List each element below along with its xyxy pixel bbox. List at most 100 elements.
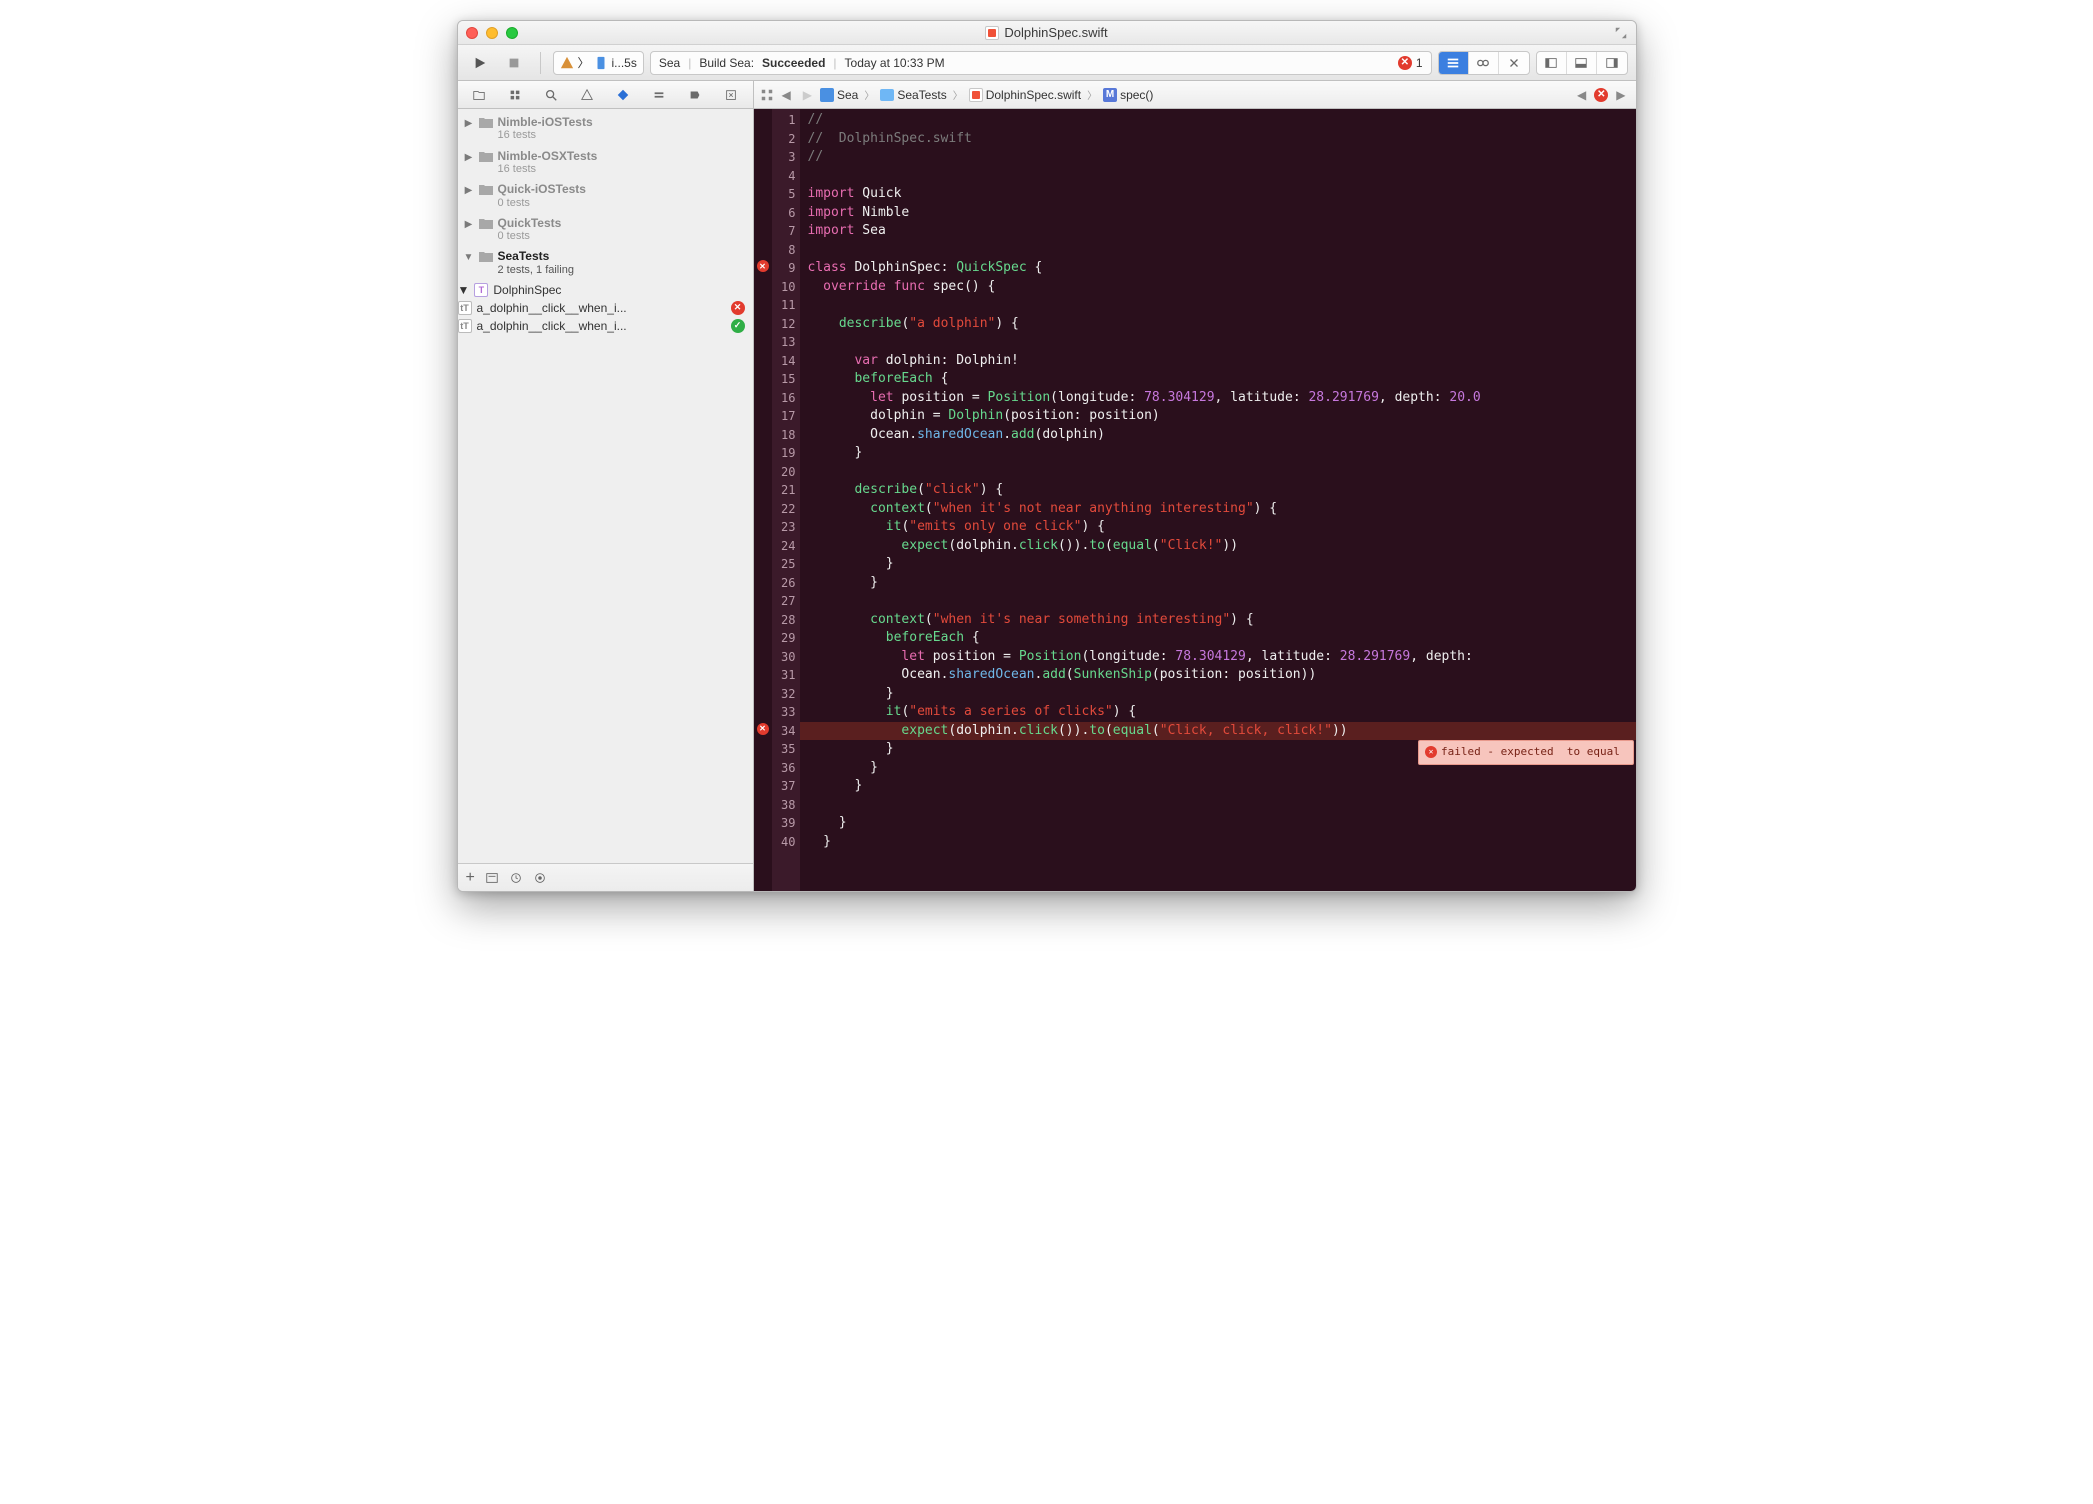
code-editor[interactable]: ✕ ✕ 1234567891011121314151617181920212223… [754,109,1636,891]
error-marker-icon[interactable]: ✕ [757,723,769,735]
code-line[interactable]: it("emits a series of clicks") { [808,703,1636,722]
add-button[interactable]: + [466,869,475,887]
code-line[interactable]: // [808,111,1636,130]
right-panel-toggle[interactable] [1597,52,1627,74]
code-line[interactable]: expect(dolphin.click()).to(equal("Click,… [800,722,1636,741]
jump-seg-project[interactable]: Sea [820,88,858,102]
test-group[interactable]: ▶ Quick-iOSTests 0 tests [458,180,753,214]
disclosure-triangle-icon[interactable]: ▶ [464,182,474,196]
disclosure-triangle-icon[interactable]: ▶ [464,149,474,163]
test-group[interactable]: ▶ Nimble-iOSTests 16 tests [458,113,753,147]
code-line[interactable] [808,333,1636,352]
debug-navigator-tab[interactable] [648,84,670,106]
disclosure-triangle-icon[interactable]: ▼ [458,283,470,297]
code-line[interactable]: dolphin = Dolphin(position: position) [808,407,1636,426]
zoom-window-button[interactable] [506,27,518,39]
find-navigator-tab[interactable] [540,84,562,106]
disclosure-triangle-icon[interactable]: ▶ [464,115,474,129]
jump-seg-folder[interactable]: SeaTests [880,88,946,102]
test-class[interactable]: ▼ T DolphinSpec [458,281,753,299]
close-window-button[interactable] [466,27,478,39]
test-case[interactable]: tT a_dolphin__click__when_i... ✕ [458,299,753,317]
test-navigator-tab[interactable] [612,84,634,106]
separator: | [833,56,836,70]
code-line[interactable]: var dolphin: Dolphin! [808,352,1636,371]
code-line[interactable]: beforeEach { [808,370,1636,389]
jump-seg-method[interactable]: Mspec() [1103,88,1153,102]
code-line[interactable]: describe("a dolphin") { [808,315,1636,334]
test-case[interactable]: tT a_dolphin__click__when_i... ✓ [458,317,753,335]
code-line[interactable]: context("when it's not near anything int… [808,500,1636,519]
code-line[interactable]: expect(dolphin.click()).to(equal("Click!… [808,537,1636,556]
code-line[interactable]: let position = Position(longitude: 78.30… [808,389,1636,408]
code-line[interactable]: import Nimble [808,204,1636,223]
code-line[interactable]: } [808,777,1636,796]
symbol-navigator-tab[interactable] [504,84,526,106]
scheme-selector[interactable]: 〉 i...5s [553,51,644,75]
group-subtitle: 16 tests [498,163,598,176]
filter-rect-icon[interactable] [485,871,499,885]
code-line[interactable]: // DolphinSpec.swift [808,130,1636,149]
code-line[interactable] [808,296,1636,315]
code-line[interactable] [808,796,1636,815]
code-line[interactable]: describe("click") { [808,481,1636,500]
code-line[interactable]: } [808,444,1636,463]
report-navigator-tab[interactable] [720,84,742,106]
stop-button[interactable] [500,51,528,75]
code-line[interactable]: let position = Position(longitude: 78.30… [808,648,1636,667]
next-issue-button[interactable]: ▶ [1612,88,1629,102]
bottom-panel-toggle[interactable] [1567,52,1597,74]
run-button[interactable] [466,51,494,75]
test-tree[interactable]: ▶ Nimble-iOSTests 16 tests ▶ Nimble-OSXT… [458,109,753,863]
project-navigator-tab[interactable] [468,84,490,106]
fullscreen-icon[interactable] [1614,26,1628,40]
version-editor-button[interactable] [1499,52,1529,74]
group-subtitle: 0 tests [498,230,562,243]
code-line[interactable]: } [808,685,1636,704]
forward-button[interactable]: ▶ [799,88,816,102]
project-icon [820,88,834,102]
code-line[interactable] [808,241,1636,260]
filter-clock-icon[interactable] [509,871,523,885]
standard-editor-button[interactable] [1439,52,1469,74]
code-line[interactable]: } [808,814,1636,833]
code-line[interactable]: import Sea [808,222,1636,241]
code-line[interactable]: class DolphinSpec: QuickSpec { [808,259,1636,278]
back-button[interactable]: ◀ [778,88,795,102]
inline-error-tooltip[interactable]: ✕failed - expected to equal [1418,740,1633,765]
code-line[interactable]: Ocean.sharedOcean.add(SunkenShip(positio… [808,666,1636,685]
code-line[interactable]: Ocean.sharedOcean.add(dolphin) [808,426,1636,445]
test-group[interactable]: ▶ QuickTests 0 tests [458,214,753,248]
chevron-icon: 〉 [951,87,965,102]
code-line[interactable]: import Quick [808,185,1636,204]
assistant-editor-button[interactable] [1469,52,1499,74]
filter-scope-icon[interactable] [533,871,547,885]
breakpoint-navigator-tab[interactable] [684,84,706,106]
code-content[interactable]: //// DolphinSpec.swift// import Quickimp… [800,109,1636,891]
disclosure-triangle-icon[interactable]: ▶ [464,216,474,230]
prev-issue-button[interactable]: ◀ [1573,88,1590,102]
code-line[interactable]: } [808,833,1636,852]
minimize-window-button[interactable] [486,27,498,39]
code-line[interactable]: } [808,574,1636,593]
code-line[interactable]: beforeEach { [808,629,1636,648]
error-icon: ✕ [1398,56,1412,70]
code-line[interactable] [808,592,1636,611]
test-group[interactable]: ▶ Nimble-OSXTests 16 tests [458,147,753,181]
code-line[interactable]: // [808,148,1636,167]
left-panel-toggle[interactable] [1537,52,1567,74]
test-group[interactable]: ▼ SeaTests 2 tests, 1 failing [458,247,753,281]
activity-viewer[interactable]: Sea | Build Sea: Succeeded | Today at 10… [650,51,1432,75]
code-line[interactable]: } [808,555,1636,574]
related-items-icon[interactable] [760,88,774,102]
code-line[interactable]: context("when it's near something intere… [808,611,1636,630]
jump-seg-file[interactable]: DolphinSpec.swift [969,88,1081,102]
code-line[interactable]: override func spec() { [808,278,1636,297]
code-line[interactable] [808,167,1636,186]
code-line[interactable]: it("emits only one click") { [808,518,1636,537]
issue-navigator-tab[interactable] [576,84,598,106]
code-line[interactable] [808,463,1636,482]
disclosure-triangle-icon[interactable]: ▼ [464,249,474,263]
error-marker-icon[interactable]: ✕ [757,260,769,272]
line-numbers: 1234567891011121314151617181920212223242… [772,109,800,891]
